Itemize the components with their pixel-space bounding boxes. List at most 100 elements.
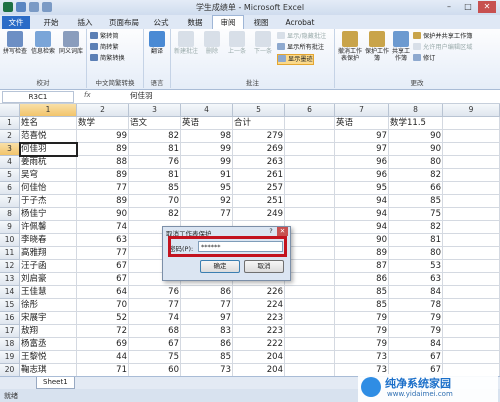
table-cell[interactable]: 84	[389, 286, 443, 299]
tab-review[interactable]: 审阅	[212, 15, 244, 30]
table-cell[interactable]: 89	[335, 247, 389, 260]
table-cell[interactable]: 80	[389, 247, 443, 260]
research-button[interactable]: 信息检索	[30, 31, 56, 55]
table-cell[interactable]: 77	[181, 208, 233, 221]
table-cell[interactable]: 249	[233, 208, 285, 221]
track-changes-button[interactable]: 修订	[413, 54, 435, 63]
next-comment-button[interactable]: 下一条	[251, 31, 275, 55]
table-cell[interactable]: 88	[77, 156, 129, 169]
maximize-button[interactable]: □	[459, 1, 477, 13]
table-cell[interactable]: 66	[389, 182, 443, 195]
table-cell[interactable]: 53	[389, 260, 443, 273]
table-cell[interactable]: 90	[389, 130, 443, 143]
table-cell[interactable]: 257	[233, 182, 285, 195]
table-cell[interactable]: 97	[335, 130, 389, 143]
row-header[interactable]: 19	[0, 351, 20, 364]
row-header[interactable]: 9	[0, 221, 20, 234]
table-cell[interactable]: 76	[129, 286, 181, 299]
table-cell[interactable]: 于子杰	[20, 195, 77, 208]
table-cell[interactable]	[285, 325, 335, 338]
table-cell[interactable]: 99	[181, 156, 233, 169]
table-cell[interactable]	[285, 169, 335, 182]
table-cell[interactable]: 99	[181, 143, 233, 156]
convert-button[interactable]: 简繁转换	[90, 54, 125, 63]
table-cell[interactable]: 79	[389, 312, 443, 325]
table-cell[interactable]	[443, 117, 500, 130]
fx-icon[interactable]: fx	[84, 91, 91, 99]
table-cell[interactable]	[285, 195, 335, 208]
table-cell[interactable]: 95	[335, 182, 389, 195]
row-header[interactable]: 14	[0, 286, 20, 299]
table-cell[interactable]	[285, 208, 335, 221]
table-cell[interactable]: 97	[335, 143, 389, 156]
table-cell[interactable]: 77	[129, 299, 181, 312]
new-comment-button[interactable]: 新建批注	[173, 31, 199, 55]
column-header[interactable]: 6	[285, 104, 335, 117]
table-cell[interactable]: 89	[77, 169, 129, 182]
close-button[interactable]: ✕	[478, 1, 496, 13]
table-cell[interactable]: 77	[77, 247, 129, 260]
table-cell[interactable]: 90	[389, 143, 443, 156]
table-cell[interactable]	[443, 247, 500, 260]
row-header[interactable]: 18	[0, 338, 20, 351]
table-cell[interactable]: 83	[181, 325, 233, 338]
row-header[interactable]: 7	[0, 195, 20, 208]
table-cell[interactable]: 76	[129, 156, 181, 169]
table-cell[interactable]: 96	[335, 156, 389, 169]
table-cell[interactable]	[285, 130, 335, 143]
table-cell[interactable]: 86	[181, 338, 233, 351]
table-cell[interactable]	[285, 117, 335, 130]
table-cell[interactable]: 97	[181, 312, 233, 325]
table-cell[interactable]: 204	[233, 364, 285, 376]
spelling-button[interactable]: 拼写检查	[2, 31, 28, 55]
table-cell[interactable]: 269	[233, 143, 285, 156]
table-cell[interactable]	[443, 338, 500, 351]
table-cell[interactable]: 79	[335, 325, 389, 338]
column-header[interactable]: 8	[389, 104, 443, 117]
table-cell[interactable]: 94	[335, 221, 389, 234]
to-simplified-button[interactable]: 繁转简	[90, 32, 119, 41]
table-cell[interactable]: 何佳怡	[20, 182, 77, 195]
to-traditional-button[interactable]: 简转繁	[90, 43, 119, 52]
table-cell[interactable]	[443, 143, 500, 156]
table-cell[interactable]: 71	[77, 364, 129, 376]
formula-input[interactable]: 何佳羽	[130, 91, 153, 101]
row-header[interactable]: 6	[0, 182, 20, 195]
row-header[interactable]: 20	[0, 364, 20, 376]
table-cell[interactable]: 90	[335, 234, 389, 247]
table-cell[interactable]: 汪子函	[20, 260, 77, 273]
table-cell[interactable]: 79	[389, 325, 443, 338]
table-cell[interactable]: 74	[77, 221, 129, 234]
column-header[interactable]: 7	[335, 104, 389, 117]
table-cell[interactable]: 宋展宇	[20, 312, 77, 325]
table-cell[interactable]	[285, 299, 335, 312]
table-cell[interactable]: 74	[129, 312, 181, 325]
select-all-corner[interactable]	[0, 104, 20, 117]
row-header[interactable]: 1	[0, 117, 20, 130]
column-header[interactable]: 9	[443, 104, 500, 117]
table-cell[interactable]: 94	[335, 208, 389, 221]
table-cell[interactable]: 75	[389, 208, 443, 221]
table-cell[interactable]	[443, 195, 500, 208]
table-cell[interactable]: 范喜悦	[20, 130, 77, 143]
table-cell[interactable]: 91	[181, 169, 233, 182]
table-cell[interactable]: 王黎悦	[20, 351, 77, 364]
table-cell[interactable]: 70	[129, 195, 181, 208]
table-cell[interactable]: 李晓春	[20, 234, 77, 247]
name-box[interactable]: R3C1	[2, 91, 74, 103]
table-cell[interactable]: 高雅翔	[20, 247, 77, 260]
cancel-button[interactable]: 取消	[244, 260, 284, 273]
row-header[interactable]: 8	[0, 208, 20, 221]
table-cell[interactable]: 86	[335, 273, 389, 286]
column-header[interactable]: 5	[233, 104, 285, 117]
table-cell[interactable]	[443, 208, 500, 221]
thesaurus-button[interactable]: 同义词库	[58, 31, 84, 55]
table-cell[interactable]: 63	[389, 273, 443, 286]
table-cell[interactable]: 77	[77, 182, 129, 195]
row-header[interactable]: 5	[0, 169, 20, 182]
table-cell[interactable]: 语文	[129, 117, 181, 130]
table-cell[interactable]: 69	[77, 338, 129, 351]
table-cell[interactable]	[443, 260, 500, 273]
table-cell[interactable]: 204	[233, 351, 285, 364]
table-cell[interactable]: 78	[389, 299, 443, 312]
